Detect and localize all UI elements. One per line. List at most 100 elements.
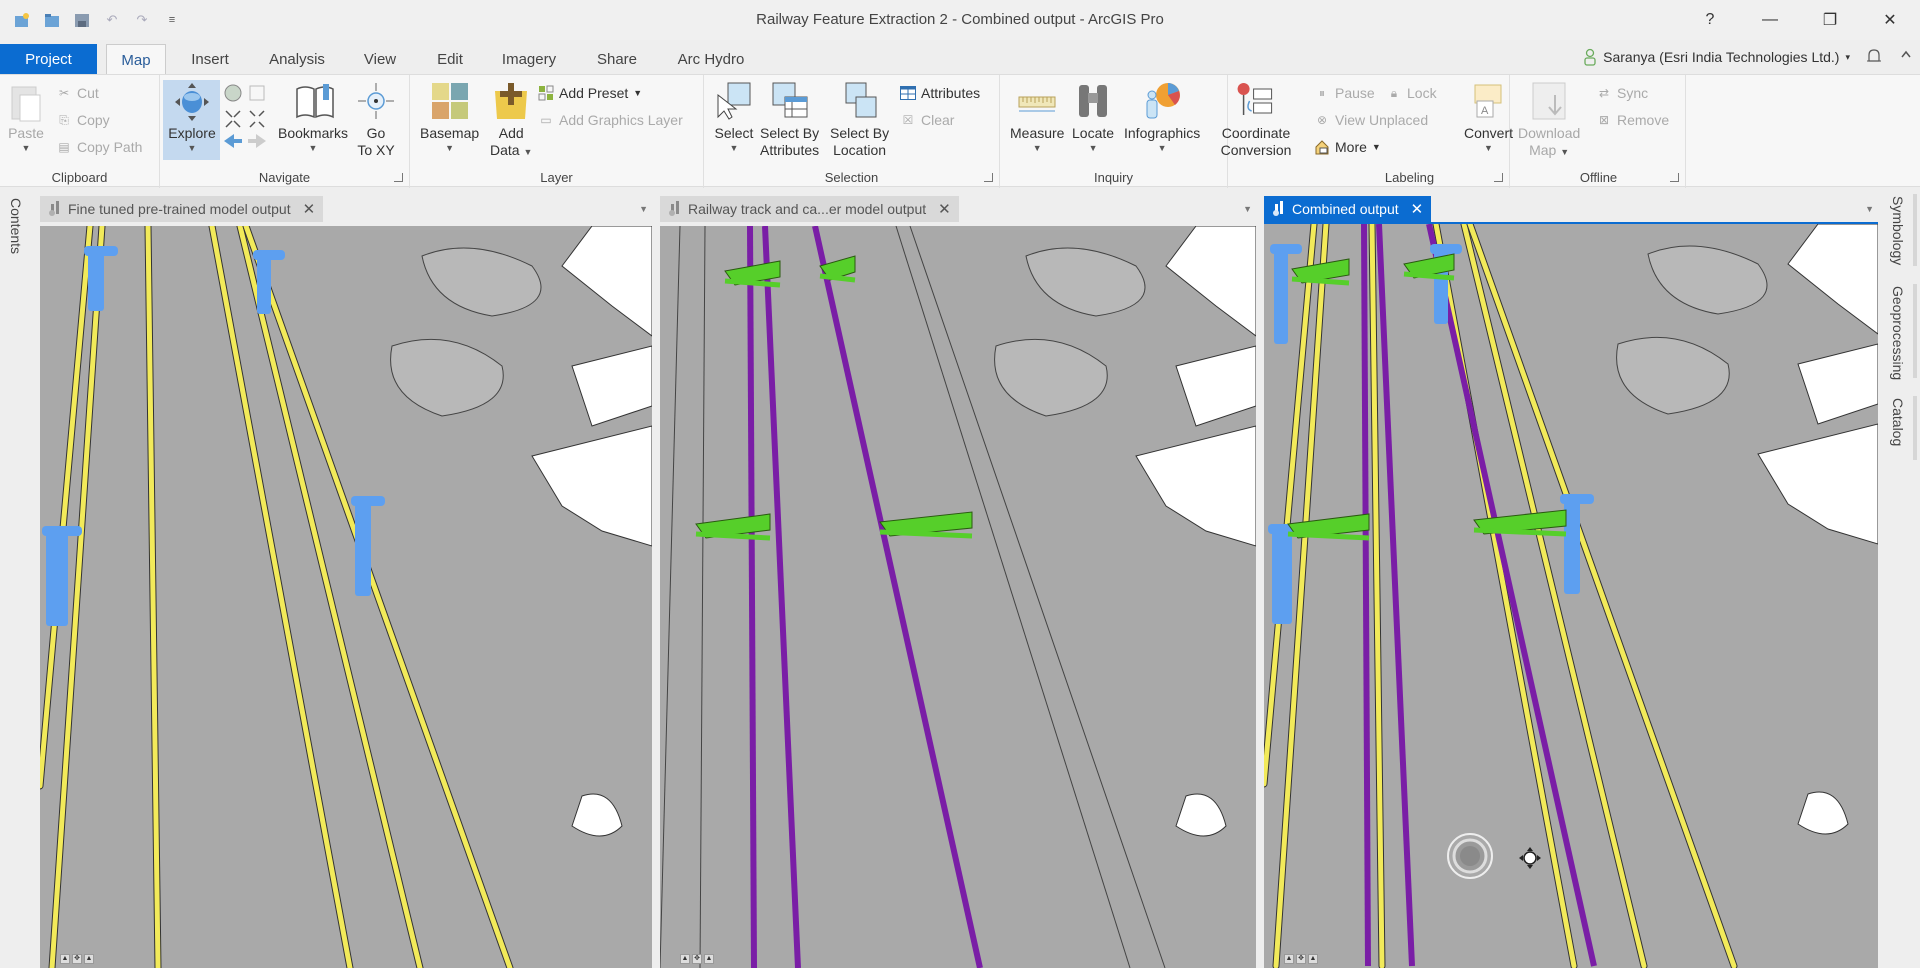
navigator-control-icon[interactable] [1440,826,1500,886]
tab-insert[interactable]: Insert [180,44,240,74]
navigate-dialog-launcher[interactable] [394,173,403,182]
restore-button[interactable]: ❐ [1800,0,1860,40]
coordinate-conversion-button[interactable]: Coordinate Conversion [1221,81,1291,159]
open-project-icon[interactable] [42,10,62,30]
sync-icon: ⇄ [1598,86,1610,100]
pole-feature [355,496,371,596]
map-pane-railway-track: Railway track and ca...er model output ✕… [660,196,1256,968]
navigation-widget[interactable]: ▲ ✥ ▲ [1284,954,1318,964]
contents-pane-tab[interactable]: Contents [8,198,24,254]
add-data-button[interactable]: Add Data ▼ [490,81,532,159]
tab-arc-hydro[interactable]: Arc Hydro [668,44,754,74]
tab-list-dropdown-icon[interactable]: ▼ [1243,204,1252,214]
cut-button[interactable]: ✂ Cut [56,83,99,103]
add-preset-button[interactable]: Add Preset ▼ [538,83,642,103]
collapse-ribbon-icon[interactable] [1900,47,1912,63]
bookmarks-button[interactable]: Bookmarks ▼ [278,81,348,154]
offline-dialog-launcher[interactable] [1670,173,1679,182]
map-tab-railway-track[interactable]: Railway track and ca...er model output ✕ [660,196,959,222]
map-canvas[interactable] [1264,224,1878,968]
tab-map[interactable]: Map [106,44,166,75]
copy-path-button[interactable]: ▤ Copy Path [56,137,142,157]
map-tab-combined[interactable]: Combined output ✕ [1264,196,1432,222]
save-icon[interactable] [72,10,92,30]
tab-list-dropdown-icon[interactable]: ▼ [1865,204,1874,214]
clipboard-group: Paste ▼ ✂ Cut ⎘ Copy ▤ Copy Path Clipboa… [0,75,160,188]
go-to-xy-button[interactable]: Go To XY [356,81,396,159]
user-dropdown-icon: ▾ [1845,51,1850,62]
pole-feature-cap [1430,244,1462,254]
tab-project[interactable]: Project [0,44,97,74]
map-view-icon [1272,200,1286,219]
undo-icon[interactable]: ↶ [102,10,122,30]
map-canvas[interactable] [660,226,1256,968]
customize-toolbar-icon[interactable]: ≡ [162,10,182,30]
map-view[interactable]: ▲ ✥ ▲ [660,226,1256,968]
convert-labels-button[interactable]: A Convert ▼ [1464,81,1513,154]
view-unplaced-icon: ⊗ [1316,113,1328,127]
graphics-layer-icon: ▭ [540,113,552,127]
map-tab-fine-tuned[interactable]: Fine tuned pre-trained model output ✕ [40,196,324,222]
new-project-icon[interactable] [12,10,32,30]
tab-share[interactable]: Share [588,44,646,74]
clipboard-label: Clipboard [51,170,108,185]
select-by-location-button[interactable]: Select By Location [830,81,889,159]
labeling-dialog-launcher[interactable] [1494,173,1503,182]
copy-button[interactable]: ⎘ Copy [56,110,110,130]
lock-labeling-button[interactable]: 🔒︎ Lock [1386,83,1437,103]
bookmarks-icon [293,81,334,121]
geoprocessing-pane-tab[interactable]: Geoprocessing [1890,286,1906,380]
catalog-pane-tab[interactable]: Catalog [1890,398,1906,446]
sync-button[interactable]: ⇄ Sync [1596,83,1648,103]
scissors-icon: ✂ [58,86,70,100]
minimize-button[interactable]: — [1740,0,1800,40]
paste-button[interactable]: Paste ▼ [6,81,46,154]
add-graphics-layer-button[interactable]: ▭ Add Graphics Layer [538,110,682,130]
pause-labeling-button[interactable]: ⏸ Pause [1314,83,1375,103]
tab-imagery[interactable]: Imagery [494,44,564,74]
close-tab-icon[interactable]: ✕ [303,200,316,218]
close-tab-icon[interactable]: ✕ [1411,200,1424,218]
select-by-location-icon [840,81,880,121]
redo-icon[interactable]: ↷ [132,10,152,30]
basemap-button[interactable]: Basemap ▼ [420,81,479,154]
close-button[interactable]: ✕ [1860,0,1920,40]
tab-edit[interactable]: Edit [426,44,474,74]
paste-icon [6,81,46,122]
layer-group: Basemap ▼ Add Data ▼ Add Preset ▼ ▭ Add … [410,75,704,188]
pole-feature [1274,244,1288,344]
infographics-button[interactable]: Infographics ▼ [1124,81,1200,154]
navigation-widget[interactable]: ▲ ✥ ▲ [60,954,94,964]
tab-analysis[interactable]: Analysis [262,44,332,74]
clear-selection-button[interactable]: ☒ Clear [900,110,955,130]
view-unplaced-button[interactable]: ⊗ View Unplaced [1314,110,1428,130]
map-view[interactable]: ▲ ✥ ▲ [40,226,652,968]
tab-list-dropdown-icon[interactable]: ▼ [639,204,648,214]
select-by-attributes-button[interactable]: Select By Attributes [760,81,819,159]
explore-button[interactable]: Explore ▼ [165,81,219,154]
user-account[interactable]: Saranya (Esri India Technologies Ltd.) ▾ [1583,48,1850,66]
user-name: Saranya (Esri India Technologies Ltd.) [1603,49,1840,65]
symbology-pane-tab[interactable]: Symbology [1890,196,1906,265]
labeling-group: ⏸ Pause 🔒︎ Lock ⊗ View Unplaced More ▼ A… [1310,75,1513,188]
map-view-icon [48,200,62,219]
remove-offline-button[interactable]: ⊠ Remove [1596,110,1669,130]
map-view[interactable]: ▲ ✥ ▲ [1264,222,1878,968]
notification-bell-icon[interactable] [1866,47,1882,70]
measure-button[interactable]: Measure ▼ [1010,81,1064,154]
help-button[interactable]: ? [1680,0,1740,40]
more-labeling-button[interactable]: More ▼ [1314,137,1381,157]
left-dock: Contents [0,188,32,968]
selection-dialog-launcher[interactable] [984,173,993,182]
close-tab-icon[interactable]: ✕ [938,200,951,218]
map-canvas[interactable] [40,226,652,968]
locate-button[interactable]: Locate ▼ [1072,81,1114,154]
tab-view[interactable]: View [354,44,406,74]
attributes-button[interactable]: Attributes [900,83,980,103]
more-labeling-icon [1314,139,1330,155]
download-map-button[interactable]: Download Map ▼ [1518,81,1580,159]
copy-icon: ⎘ [59,112,69,127]
navigation-widget[interactable]: ▲ ✥ ▲ [680,954,714,964]
select-button[interactable]: Select ▼ [714,81,754,154]
inquiry-group: Measure ▼ Locate ▼ Infographics ▼ Coordi… [1000,75,1291,188]
